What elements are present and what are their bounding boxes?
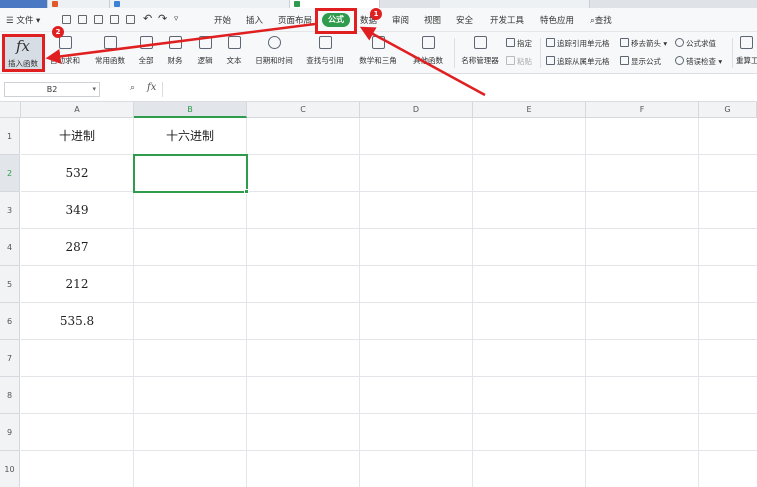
arrow-to-insert-function <box>45 22 316 64</box>
annotation-arrows <box>45 22 486 97</box>
arrow-to-formulas-tab <box>359 26 486 97</box>
